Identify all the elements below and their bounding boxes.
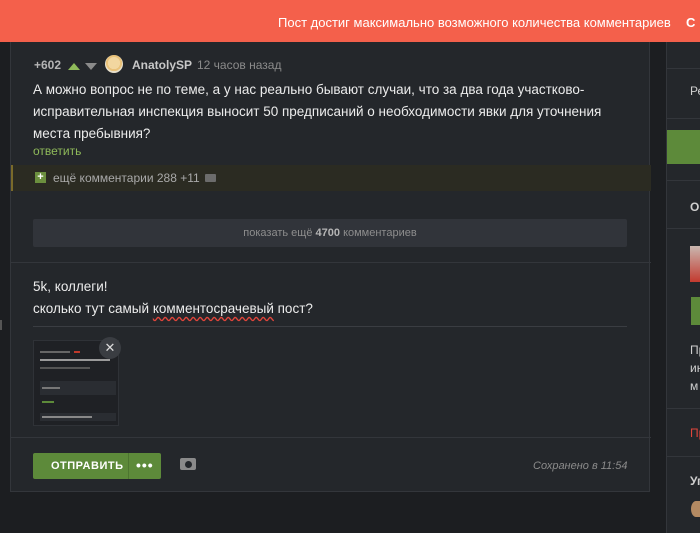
sidebar-text[interactable]: Ре [690, 84, 700, 98]
upvote-icon[interactable] [68, 63, 80, 70]
comment-author[interactable]: AnatolySP [132, 58, 192, 72]
more-comments-label[interactable]: ещё комментарии 288 +11 [53, 171, 200, 185]
sidebar-green-button[interactable] [691, 297, 700, 325]
scroll-marker [0, 320, 2, 330]
right-sidebar: Ре О Пр ин м Пр Уг [666, 38, 700, 533]
avatar[interactable] [105, 55, 123, 73]
sidebar-text: м [690, 379, 699, 393]
comment-rating: +602 [34, 58, 62, 72]
submit-label: ОТПРАВИТЬ [51, 460, 124, 472]
submit-separator [128, 453, 129, 479]
draft-text-suffix: пост? [273, 301, 313, 316]
sidebar-text: Пр [690, 343, 700, 357]
submit-button[interactable]: ОТПРАВИТЬ ••• [33, 453, 161, 479]
draft-line-2: сколько тут самый комментосрачевый пост? [33, 298, 313, 320]
sidebar-text: ин [690, 361, 700, 375]
divider [667, 118, 700, 119]
divider [667, 228, 700, 229]
divider [11, 437, 651, 438]
comments-card: +602 AnatolySP 12 часов назад А можно во… [10, 38, 651, 492]
saved-status: Сохранено в 11:54 [533, 460, 628, 472]
sidebar-heading: Уг [690, 474, 700, 488]
divider [667, 456, 700, 457]
divider [33, 326, 627, 327]
misspelled-word[interactable]: комментосрачевый [153, 301, 274, 316]
notification-banner: Пост достиг максимально возможного колич… [0, 0, 700, 42]
comment-time[interactable]: 12 часов назад [197, 58, 281, 72]
avatar[interactable] [691, 501, 700, 517]
comment-text: А можно вопрос не по теме, а у нас реаль… [33, 82, 602, 141]
divider [667, 68, 700, 69]
banner-close-button[interactable]: С [686, 15, 695, 30]
sidebar-green-button[interactable] [667, 130, 700, 164]
draft-text-prefix: сколько тут самый [33, 301, 153, 316]
sidebar-heading: О [690, 200, 700, 214]
avatar[interactable] [690, 246, 700, 282]
show-more-button[interactable]: показать ещё 4700 комментариев [33, 219, 627, 247]
more-options-icon[interactable]: ••• [136, 457, 154, 473]
divider [11, 262, 651, 263]
reply-link[interactable]: ответить [33, 144, 81, 158]
divider [667, 180, 700, 181]
downvote-icon[interactable] [85, 63, 97, 70]
camera-icon[interactable] [180, 458, 196, 470]
show-more-count: 4700 [315, 227, 340, 239]
show-more-prefix: показать ещё [243, 227, 313, 239]
show-more-suffix: комментариев [343, 227, 417, 239]
sidebar-link[interactable]: Пр [690, 426, 700, 440]
comment-bubble-icon [205, 174, 216, 182]
banner-message: Пост достиг максимально возможного колич… [278, 15, 671, 30]
draft-line-1: 5k, коллеги! [33, 279, 108, 294]
comment-editor-text[interactable]: 5k, коллеги! сколько тут самый комментос… [33, 276, 313, 320]
remove-attachment-button[interactable]: ✕ [99, 337, 121, 359]
divider [667, 408, 700, 409]
more-comments-row[interactable]: + ещё комментарии 288 +11 [11, 165, 651, 191]
expand-icon[interactable]: + [35, 172, 46, 183]
